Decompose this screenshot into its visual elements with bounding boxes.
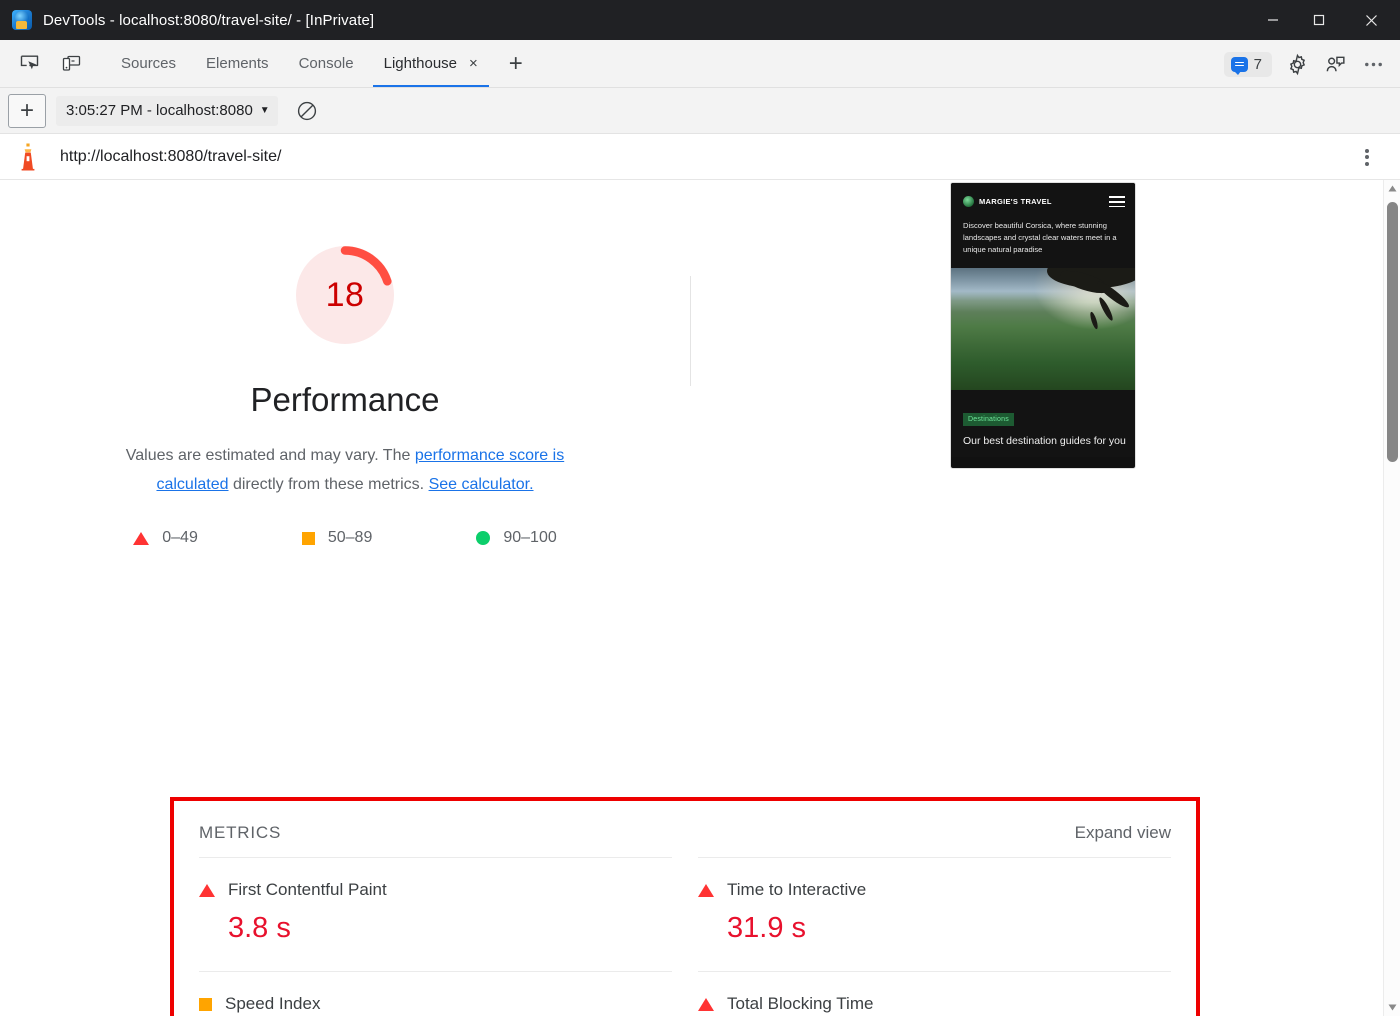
triangle-fail-icon: [133, 532, 149, 545]
thumbnail-footer: Destinations Our best destination guides…: [951, 390, 1135, 457]
inspect-element-icon[interactable]: [11, 47, 47, 81]
performance-score: 18: [296, 246, 394, 344]
metrics-header: METRICS Expand view: [199, 823, 1171, 857]
lighthouse-logo-icon: [16, 143, 40, 171]
scroll-up-arrow-icon[interactable]: [1384, 180, 1400, 197]
triangle-fail-icon: [698, 884, 714, 897]
hamburger-menu-icon: [1109, 193, 1125, 211]
issues-count: 7: [1254, 56, 1262, 73]
devtools-tab-bar: Sources Elements Console Lighthouse × + …: [0, 40, 1400, 88]
tab-elements[interactable]: Elements: [191, 40, 284, 87]
see-calculator-link[interactable]: See calculator.: [429, 476, 534, 493]
score-legend: 0–49 50–89 90–100: [133, 529, 556, 547]
new-tab-button[interactable]: +: [499, 47, 533, 81]
more-vertical-icon[interactable]: [1354, 134, 1380, 180]
triangle-fail-icon: [698, 998, 714, 1011]
metric-time-to-interactive[interactable]: Time to Interactive 31.9 s: [698, 857, 1171, 971]
expand-view-button[interactable]: Expand view: [1075, 823, 1171, 843]
metrics-grid: First Contentful Paint 3.8 s Time to Int…: [199, 857, 1171, 1016]
page-title: Performance: [251, 381, 440, 419]
final-screenshot-thumbnail: MARGIE'S TRAVEL Discover beautiful Corsi…: [950, 182, 1136, 469]
feedback-icon[interactable]: [1316, 45, 1354, 83]
metric-label: Time to Interactive: [727, 880, 866, 900]
tab-console[interactable]: Console: [284, 40, 369, 87]
tab-label: Sources: [121, 55, 176, 72]
report-hero: 18 Performance Values are estimated and …: [0, 180, 1383, 547]
metric-value: 3.8 s: [228, 912, 672, 945]
report-url-bar: http://localhost:8080/travel-site/: [0, 134, 1400, 180]
performance-gauge: 18: [296, 246, 394, 344]
corsica-landscape-photo: [951, 268, 1135, 390]
thumbnail-lede: Discover beautiful Corsica, where stunni…: [963, 220, 1125, 256]
window-controls: [1250, 0, 1400, 40]
run-selector-label: 3:05:27 PM - localhost:8080: [66, 102, 253, 119]
metric-label: Total Blocking Time: [727, 994, 873, 1014]
legend-item-fail: 0–49: [133, 529, 198, 547]
clear-prohibited-icon[interactable]: [290, 94, 324, 128]
minimize-button[interactable]: [1250, 0, 1296, 40]
tab-sources[interactable]: Sources: [106, 40, 191, 87]
tab-bar-right-actions: 7: [1224, 40, 1392, 88]
metric-total-blocking-time[interactable]: Total Blocking Time 6,000 ms: [698, 971, 1171, 1016]
report-scrollbar[interactable]: [1383, 180, 1400, 1016]
triangle-fail-icon: [199, 884, 215, 897]
thumbnail-header: MARGIE'S TRAVEL Discover beautiful Corsi…: [951, 183, 1135, 268]
metrics-section-title: METRICS: [199, 823, 281, 843]
legend-item-average: 50–89: [302, 529, 373, 547]
legend-label: 90–100: [503, 529, 556, 547]
metric-first-contentful-paint[interactable]: First Contentful Paint 3.8 s: [199, 857, 672, 971]
issues-counter-button[interactable]: 7: [1224, 52, 1272, 77]
message-bubble-icon: [1231, 57, 1248, 72]
thumbnail-footer-title: Our best destination guides for you: [963, 435, 1123, 447]
device-toolbar-icon[interactable]: [53, 47, 89, 81]
tab-close-icon[interactable]: ×: [469, 56, 478, 71]
destinations-tag: Destinations: [963, 413, 1014, 426]
metric-speed-index[interactable]: Speed Index 5.2 s: [199, 971, 672, 1016]
tab-label: Console: [299, 55, 354, 72]
gear-icon[interactable]: [1278, 45, 1316, 83]
report-url: http://localhost:8080/travel-site/: [60, 148, 281, 166]
tab-label: Lighthouse: [384, 55, 457, 72]
chevron-down-icon: ▼: [260, 105, 270, 116]
desc-part-2: directly from these metrics.: [229, 476, 429, 493]
new-lighthouse-run-button[interactable]: +: [8, 94, 46, 128]
maximize-button[interactable]: [1296, 0, 1342, 40]
thumbnail-brand: MARGIE'S TRAVEL: [979, 197, 1052, 206]
close-button[interactable]: [1342, 0, 1400, 40]
globe-icon: [963, 196, 974, 207]
metrics-panel: METRICS Expand view First Contentful Pai…: [170, 797, 1200, 1016]
tab-lighthouse[interactable]: Lighthouse ×: [369, 40, 493, 87]
metric-value: 31.9 s: [727, 912, 1171, 945]
legend-item-pass: 90–100: [476, 529, 556, 547]
page-screenshot-column: MARGIE'S TRAVEL Discover beautiful Corsi…: [691, 246, 1383, 547]
window-title: DevTools - localhost:8080/travel-site/ -…: [43, 12, 374, 29]
metric-label: First Contentful Paint: [228, 880, 387, 900]
square-average-icon: [199, 998, 212, 1011]
scroll-down-arrow-icon[interactable]: [1384, 999, 1400, 1016]
edge-devtools-icon: [12, 10, 32, 30]
performance-category-section: 18 Performance Values are estimated and …: [0, 246, 690, 547]
scrollbar-thumb[interactable]: [1387, 202, 1398, 462]
metric-label: Speed Index: [225, 994, 320, 1014]
square-average-icon: [302, 532, 315, 545]
devtools-window: DevTools - localhost:8080/travel-site/ -…: [0, 0, 1400, 1016]
more-horizontal-icon[interactable]: [1354, 45, 1392, 83]
lighthouse-report-area: 18 Performance Values are estimated and …: [0, 180, 1400, 1016]
desc-part-1: Values are estimated and may vary. The: [126, 447, 415, 464]
title-bar: DevTools - localhost:8080/travel-site/ -…: [0, 0, 1400, 40]
legend-label: 50–89: [328, 529, 373, 547]
circle-pass-icon: [476, 531, 490, 545]
score-description: Values are estimated and may vary. The p…: [110, 441, 580, 499]
legend-label: 0–49: [162, 529, 198, 547]
run-selector-dropdown[interactable]: 3:05:27 PM - localhost:8080 ▼: [56, 96, 278, 126]
lighthouse-report: 18 Performance Values are estimated and …: [0, 180, 1383, 1016]
tab-label: Elements: [206, 55, 269, 72]
lighthouse-run-toolbar: + 3:05:27 PM - localhost:8080 ▼: [0, 88, 1400, 134]
